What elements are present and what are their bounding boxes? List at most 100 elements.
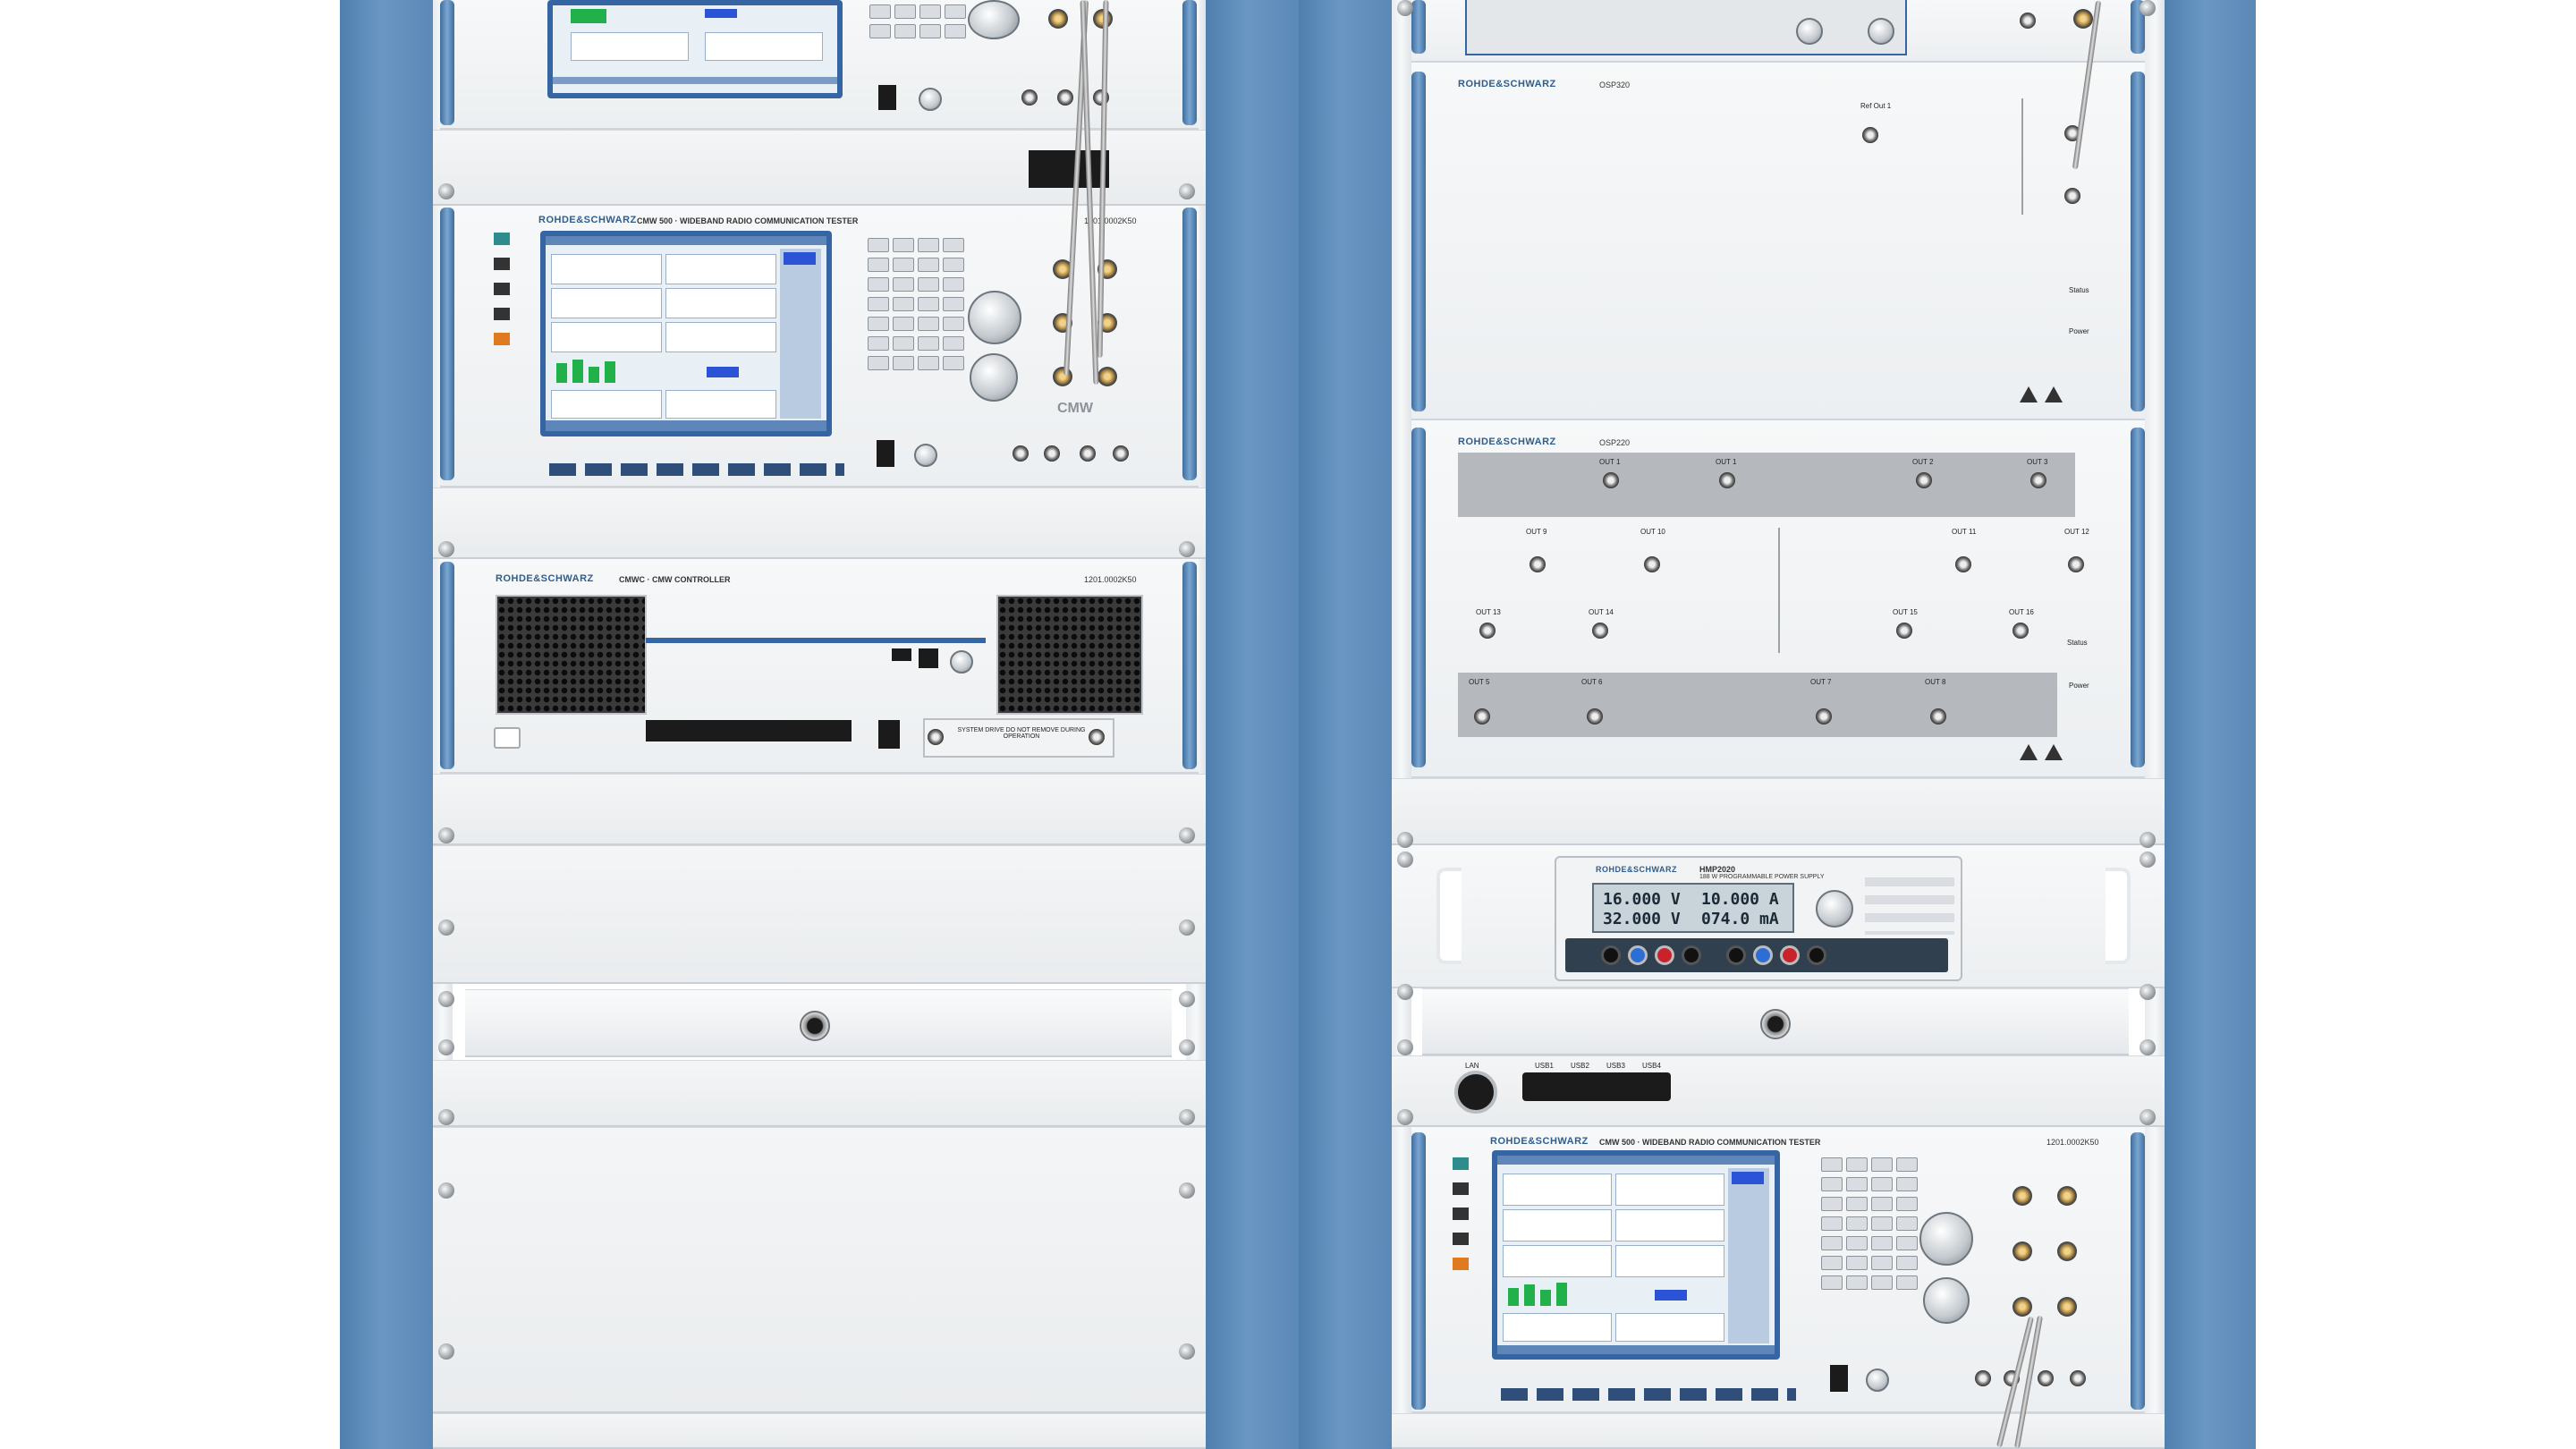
osp-out-label-8: OUT 12 [2064, 528, 2089, 536]
right-cmw500-rf-1[interactable] [2012, 1186, 2032, 1206]
right-cmw500-handle-left[interactable] [1411, 1132, 1426, 1410]
osp-out-connector-3[interactable] [1916, 472, 1932, 488]
osp-out-connector-15[interactable] [1816, 708, 1832, 724]
right-cmw500-rf-6[interactable] [2057, 1297, 2077, 1317]
output-jack-2-blue[interactable] [1753, 945, 1773, 965]
output-jack-1-black-2[interactable] [1682, 945, 1701, 965]
osp-out-connector-12[interactable] [2012, 623, 2029, 639]
controller-usb-port-1[interactable] [892, 648, 911, 661]
osp-out-connector-8[interactable] [2068, 556, 2084, 572]
left-drawer-lock[interactable] [800, 1011, 830, 1041]
power-supply-keys[interactable] [1865, 872, 1954, 935]
right-top-unit [1411, 0, 2145, 63]
ch1-voltage: 16.000 V [1603, 890, 1681, 909]
lan-port[interactable] [1454, 1071, 1497, 1114]
osp-out-connector-4[interactable] [2030, 472, 2046, 488]
cmw500-power-knob[interactable] [914, 444, 937, 467]
cmw500-usb-port[interactable] [877, 440, 894, 467]
osp-out-connector-5[interactable] [1530, 556, 1546, 572]
osp-out-connector-16[interactable] [1930, 708, 1946, 724]
right-cmw500-keypad[interactable] [1821, 1157, 1918, 1290]
cmw500-keypad[interactable] [868, 238, 964, 370]
osp-top-ref-out-connector[interactable] [1862, 127, 1878, 143]
controller-drive-screw-right[interactable] [1089, 729, 1105, 745]
cmw500-rf-6[interactable] [1097, 367, 1117, 386]
power-supply-desc: 188 W PROGRAMMABLE POWER SUPPLY [1699, 874, 1825, 880]
right-cmw500-rf-4[interactable] [2057, 1241, 2077, 1261]
top-unit-nav-knob[interactable] [968, 0, 1020, 39]
lan-label: LAN [1465, 1062, 1479, 1070]
osp-out-connector-11[interactable] [1896, 623, 1912, 639]
osp-matrix-warning-icon [2020, 744, 2038, 760]
controller-power-switch[interactable] [494, 727, 521, 749]
right-cmw500-left-buttons[interactable] [1453, 1157, 1470, 1301]
osp-out-connector-1[interactable] [1603, 472, 1619, 488]
cmw500-softkeys[interactable] [549, 463, 844, 476]
output-jack-1-red[interactable] [1655, 945, 1674, 965]
osp-out-connector-6[interactable] [1644, 556, 1660, 572]
output-jack-2-black-2[interactable] [1807, 945, 1826, 965]
top-unit-handle-left[interactable] [440, 0, 454, 125]
right-cmw500-rf-3[interactable] [2012, 1241, 2032, 1261]
controller-usb-front[interactable] [878, 720, 900, 749]
cmw500-rotary-knob[interactable] [968, 291, 1021, 344]
right-top-unit-handle-left[interactable] [1411, 0, 1426, 54]
power-supply-handle-right[interactable] [2106, 868, 2131, 964]
osp-top-handle-left[interactable] [1411, 72, 1426, 411]
top-unit-handle-right[interactable] [1182, 0, 1197, 125]
controller-drive-warning: SYSTEM DRIVE DO NOT REMOVE DURING OPERAT… [957, 727, 1086, 740]
right-cmw500-rotary-knob[interactable] [1919, 1212, 1973, 1266]
osp-top-handle-right[interactable] [2131, 72, 2145, 411]
cmw500-nav-pad[interactable] [970, 353, 1018, 402]
controller-brand-label: ROHDE&SCHWARZ [496, 573, 594, 584]
right-drawer-lock[interactable] [1760, 1009, 1791, 1039]
controller-usb-port-2[interactable] [919, 648, 938, 668]
output-jack-2-black[interactable] [1726, 945, 1746, 965]
output-jack-2-red[interactable] [1780, 945, 1800, 965]
osp-out-connector-7[interactable] [1955, 556, 1971, 572]
cmw500-handle-left[interactable] [440, 208, 454, 480]
output-jack-1-black[interactable] [1601, 945, 1621, 965]
osp-out-label-5: OUT 9 [1526, 528, 1547, 536]
top-unit-rf-connector[interactable] [1048, 9, 1068, 29]
osp-matrix-warning-icon-2 [2045, 744, 2063, 760]
controller-handle-left[interactable] [440, 562, 454, 769]
controller-handle-right[interactable] [1182, 562, 1197, 769]
right-cmw500-rf-2[interactable] [2057, 1186, 2077, 1206]
osp-out-connector-9[interactable] [1479, 623, 1496, 639]
cmw500-handle-right[interactable] [1182, 208, 1197, 480]
osp-out-connector-2[interactable] [1719, 472, 1735, 488]
osp-matrix-handle-right[interactable] [2131, 428, 2145, 767]
power-supply-handle-left[interactable] [1436, 868, 1462, 964]
right-cabinet-rail-left [1392, 0, 1411, 1449]
usb-port-block[interactable] [1522, 1072, 1671, 1101]
controller-audio-jack[interactable] [950, 650, 973, 674]
osp-out-label-9: OUT 13 [1476, 608, 1501, 616]
right-cmw500-softkeys[interactable] [1501, 1388, 1796, 1401]
right-cmw500-rf-5[interactable] [2012, 1297, 2032, 1317]
top-unit-power-knob[interactable] [919, 88, 942, 111]
power-supply-model: HMP2020 [1699, 865, 1736, 874]
osp-out-label-16: OUT 8 [1925, 678, 1946, 686]
osp-out-connector-14[interactable] [1587, 708, 1603, 724]
osp-top-brand: ROHDE&SCHWARZ [1458, 79, 1556, 89]
osp-matrix-handle-left[interactable] [1411, 428, 1426, 767]
controller-drive-screw-left[interactable] [928, 729, 944, 745]
osp-top-connector-2[interactable] [2064, 188, 2080, 204]
top-unit-usb-port[interactable] [878, 85, 896, 110]
osp-switch-unit-top: ROHDE&SCHWARZ OSP320 Ref Out 1 Status Po… [1411, 63, 2145, 420]
osp-out-connector-10[interactable] [1592, 623, 1608, 639]
controller-optical-drive[interactable] [646, 720, 852, 741]
right-bottom-strip [1392, 1413, 2165, 1449]
right-cmw500-nav-pad[interactable] [1923, 1277, 1970, 1324]
right-cmw500-handle-right[interactable] [2131, 1132, 2145, 1410]
right-cmw500-power-knob[interactable] [1866, 1368, 1889, 1392]
output-jack-1-blue[interactable] [1628, 945, 1648, 965]
cmw500-rf-5[interactable] [1053, 367, 1072, 386]
usb-lan-panel: LAN USB1 USB2 USB3 USB4 [1392, 1055, 2165, 1127]
power-supply-rotary-knob[interactable] [1816, 890, 1853, 928]
osp-matrix-brand: ROHDE&SCHWARZ [1458, 436, 1556, 447]
right-cmw500-usb-port[interactable] [1830, 1365, 1848, 1392]
cmw500-left-buttons[interactable] [494, 233, 512, 376]
osp-out-connector-13[interactable] [1474, 708, 1490, 724]
